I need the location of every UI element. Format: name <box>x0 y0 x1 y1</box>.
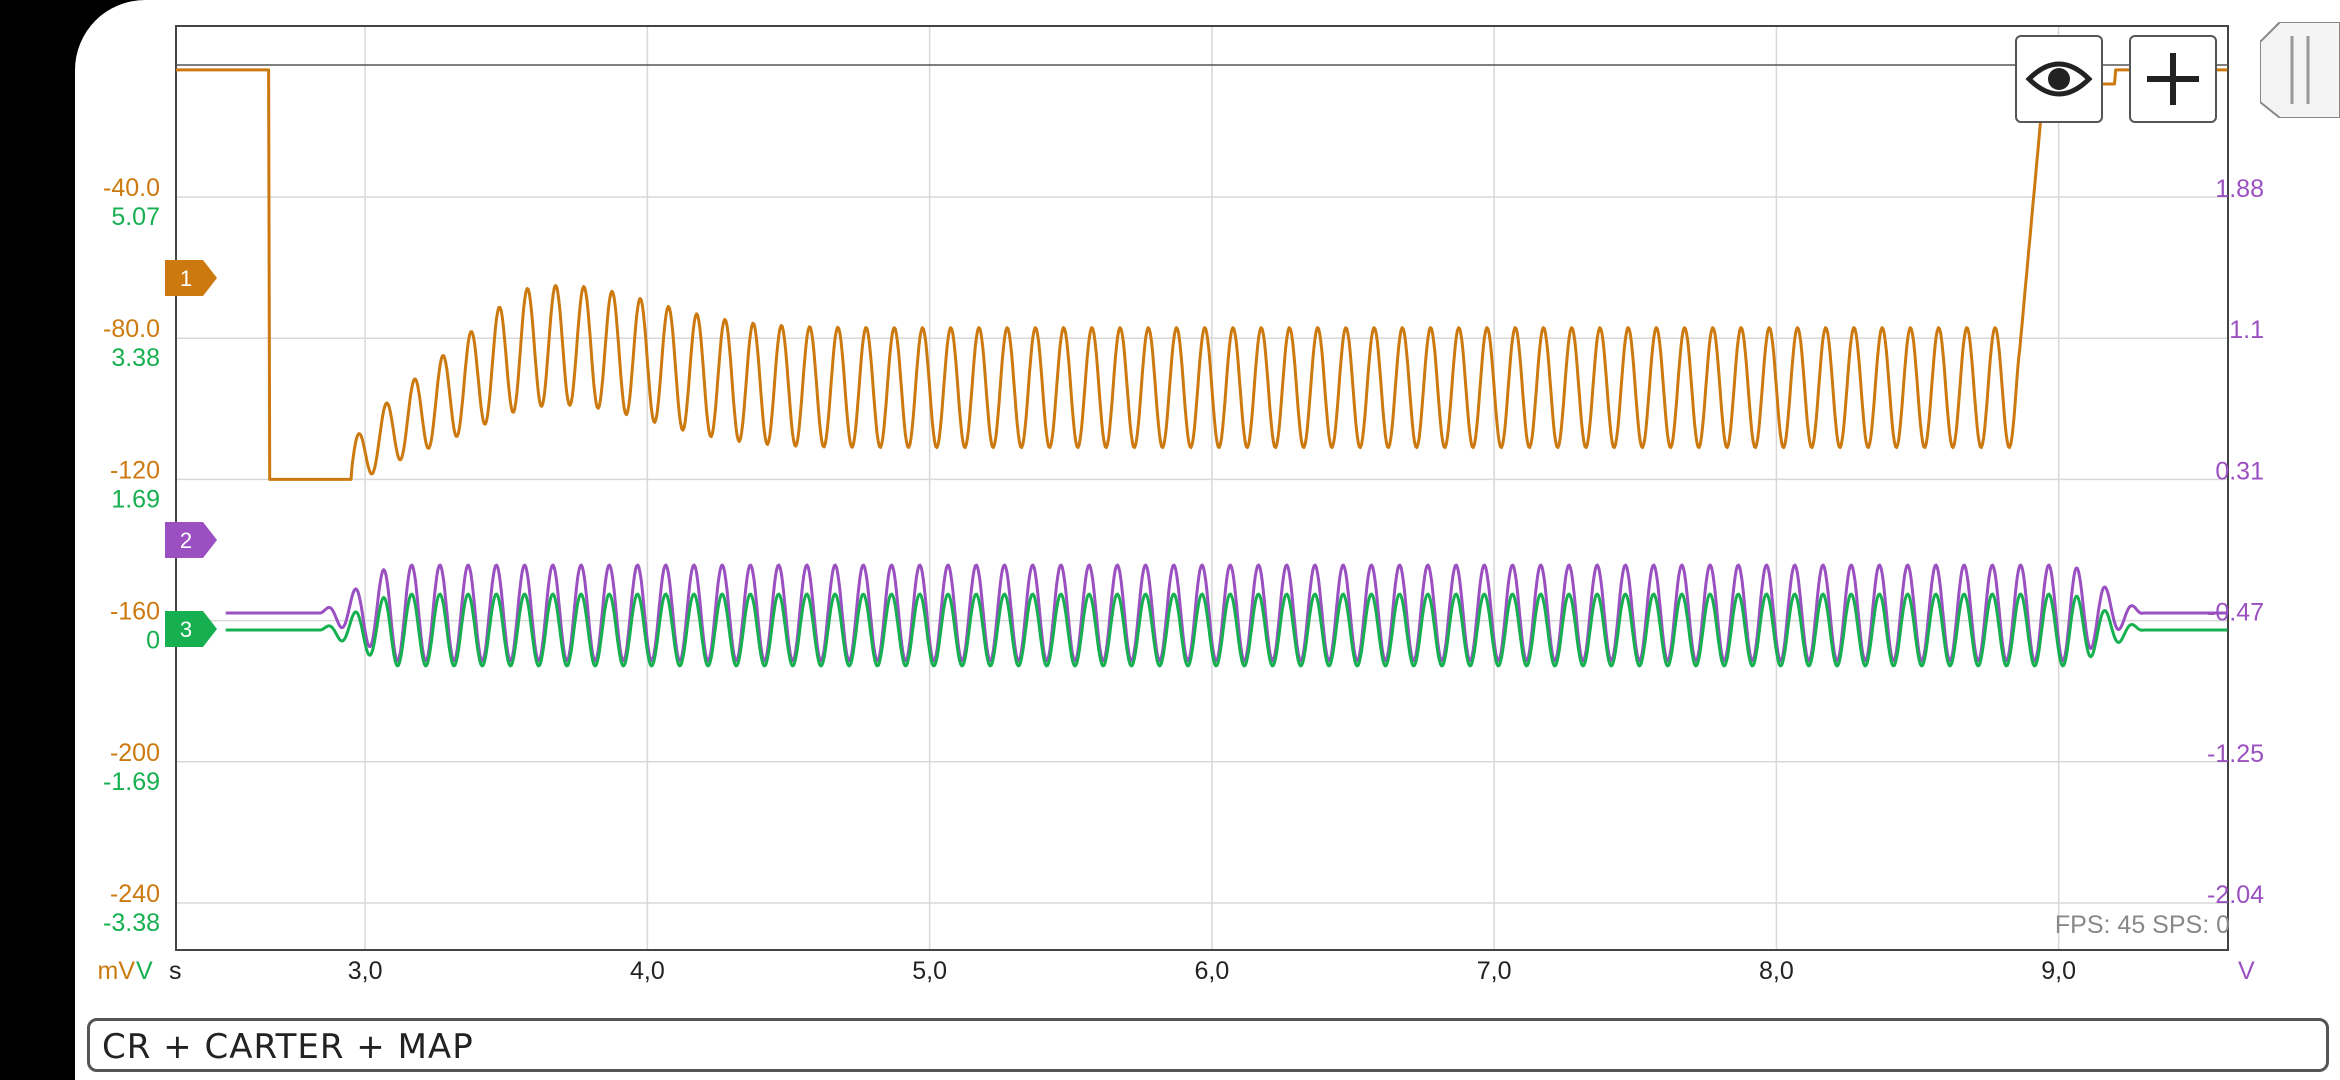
x-tick-label: 6,0 <box>1194 957 1229 985</box>
x-tick-label: 8,0 <box>1759 957 1794 985</box>
add-button[interactable] <box>2129 35 2217 123</box>
right-tick-v: 1.88 <box>2215 175 2264 203</box>
status-bar[interactable]: CR + CARTER + MAP <box>87 1018 2329 1072</box>
right-tick-v: -2.04 <box>2207 881 2264 909</box>
scope-chart[interactable]: 3,0 4,0 5,0 6,0 7,0 8,0 9,0mV Vs V-40.0-80.0-120… <box>75 0 2340 1080</box>
channel-marker-1[interactable]: 1 <box>165 260 217 296</box>
x-tick-label: 4,0 <box>630 957 665 985</box>
left-tick-mv: -200 <box>110 739 160 767</box>
left-tick-mv: -240 <box>110 880 160 908</box>
left-tick-v: 3.38 <box>111 344 160 372</box>
marker-label: 3 <box>180 617 192 642</box>
left-tick-mv: -80.0 <box>103 315 160 343</box>
left-tick-v: -3.38 <box>103 909 160 937</box>
left-tick-mv: -40.0 <box>103 174 160 202</box>
fps-readout: FPS: 45 SPS: 0 <box>2054 911 2230 939</box>
left-tick-v: 1.69 <box>111 485 160 513</box>
status-title: CR + CARTER + MAP <box>102 1027 474 1067</box>
x-axis-unit: s <box>169 957 182 985</box>
plot-frame <box>175 25 2229 951</box>
right-tick-v: 0.31 <box>2215 457 2264 485</box>
marker-label: 2 <box>180 528 192 553</box>
right-tick-v: 1.1 <box>2229 316 2264 344</box>
left-tick-mv: -160 <box>110 598 160 626</box>
x-tick-label: 5,0 <box>912 957 947 985</box>
eye-icon <box>2025 61 2093 97</box>
left-tick-v: -1.69 <box>103 768 160 796</box>
oscilloscope-screen: 3,0 4,0 5,0 6,0 7,0 8,0 9,0 mV Vs V -40.0 -80.0 -120… <box>75 0 2340 1080</box>
left-tick-v: 5.07 <box>111 203 160 231</box>
left-tick-v: 0 <box>146 627 160 655</box>
axis-unit-v: V <box>136 957 153 985</box>
plus-icon <box>2147 53 2199 105</box>
channel-marker-2[interactable]: 2 <box>165 522 217 558</box>
x-tick-label: 9,0 <box>2041 957 2076 985</box>
right-tick-v: -1.25 <box>2207 740 2264 768</box>
left-tick-mv: -120 <box>110 456 160 484</box>
series-1-line <box>175 68 2228 481</box>
x-tick-label: 7,0 <box>1477 957 1512 985</box>
visibility-button[interactable] <box>2015 35 2103 123</box>
drawer-handle-icon[interactable] <box>2260 22 2340 118</box>
right-axis-unit: V <box>2238 957 2255 985</box>
axis-unit-mv: mV <box>98 957 136 985</box>
channel-marker-3[interactable]: 3 <box>165 611 217 647</box>
x-tick-label: 3,0 <box>348 957 383 985</box>
marker-label: 1 <box>180 266 192 291</box>
